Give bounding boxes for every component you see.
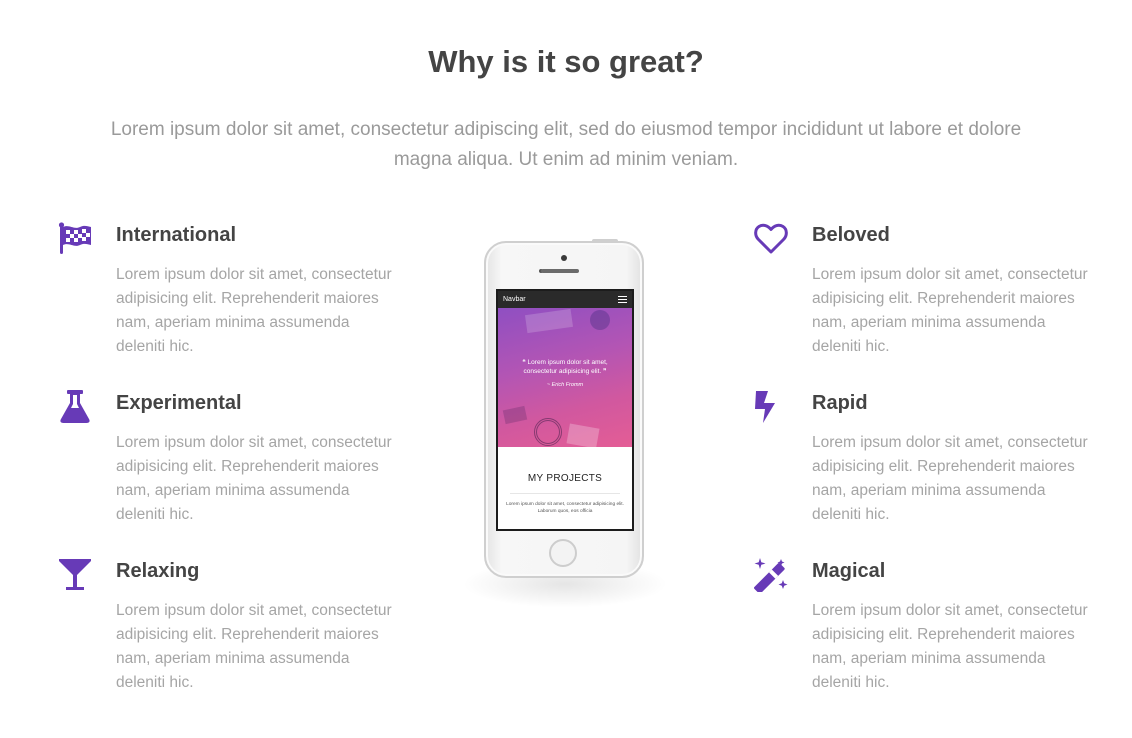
phone-divider [510, 493, 620, 494]
hamburger-menu-icon [618, 296, 627, 303]
feature-text: Lorem ipsum dolor sit amet, consectetur … [812, 602, 1088, 691]
magic-wand-icon [754, 558, 788, 592]
cocktail-glass-icon [58, 558, 92, 592]
heart-icon [754, 222, 788, 256]
feature-title: International [116, 224, 237, 246]
feature-title: Experimental [116, 392, 242, 414]
hero-decoration [566, 423, 600, 447]
phone-power-button [592, 239, 618, 242]
phone-navbar: Navbar [498, 291, 632, 308]
flask-icon [58, 390, 92, 424]
phone-projects-heading: MY PROJECTS [527, 473, 603, 484]
quote-close-icon: ❞ [601, 368, 607, 375]
phone-camera [561, 255, 567, 261]
feature-text: Lorem ipsum dolor sit amet, consectetur … [116, 266, 392, 355]
section-lead: Lorem ipsum dolor sit amet, consectetur … [110, 119, 1022, 170]
hero-decoration [524, 308, 574, 334]
phone-home-button [549, 539, 577, 567]
phone-quote: ❝ Lorem ipsum dolor sit amet, consectetu… [506, 358, 624, 376]
feature-title: Magical [812, 560, 886, 582]
phone-navbar-label: Navbar [503, 296, 526, 303]
phone-mockup: Navbar ❝ Lorem ipsum dolor sit amet, con… [484, 239, 644, 578]
feature-text: Lorem ipsum dolor sit amet, consectetur … [812, 266, 1088, 355]
hero-decoration [590, 310, 610, 330]
checkered-flag-icon [58, 222, 92, 256]
feature-text: Lorem ipsum dolor sit amet, consectetur … [116, 602, 392, 691]
phone-quote-author: ~ Erich Fromm [546, 382, 584, 388]
feature-text: Lorem ipsum dolor sit amet, consectetur … [812, 434, 1088, 523]
feature-title: Rapid [812, 392, 868, 414]
phone-projects-text: Lorem ipsum dolor sit amet, consectetur … [506, 502, 624, 514]
phone-hero: ❝ Lorem ipsum dolor sit amet, consectetu… [498, 308, 632, 447]
lightning-bolt-icon [754, 390, 788, 424]
section-title: Why is it so great? [428, 44, 704, 79]
phone-screen: Navbar ❝ Lorem ipsum dolor sit amet, con… [496, 289, 634, 531]
feature-text: Lorem ipsum dolor sit amet, consectetur … [116, 434, 392, 523]
feature-title: Relaxing [116, 560, 200, 582]
hero-decoration [534, 418, 562, 446]
phone-quote-text: Lorem ipsum dolor sit amet, consectetur … [523, 359, 608, 375]
phone-speaker [541, 269, 579, 273]
hero-decoration [502, 405, 528, 425]
feature-title: Beloved [812, 224, 890, 246]
